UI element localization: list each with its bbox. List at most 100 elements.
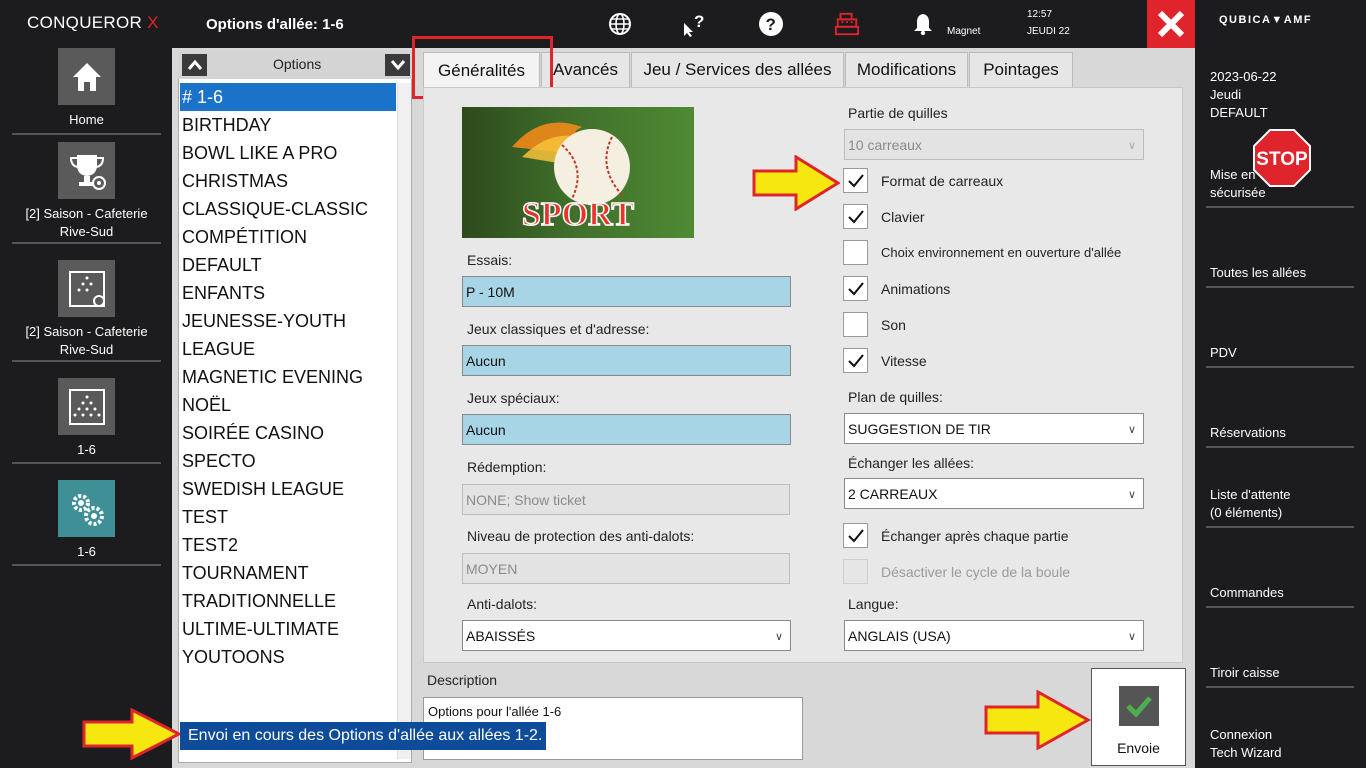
format-checkbox[interactable] [843, 168, 868, 193]
close-icon [1157, 10, 1185, 38]
speciaux-field[interactable]: Aucun [462, 414, 791, 445]
tab-jeu-services[interactable]: Jeu / Services des allées [631, 52, 844, 88]
check-icon [847, 353, 864, 367]
list-item[interactable]: ULTIME-ULTIMATE [180, 615, 396, 643]
page-title: Options d'allée: 1-6 [206, 16, 344, 33]
tab-pointages[interactable]: Pointages [969, 52, 1073, 88]
list-item[interactable]: TEST [180, 503, 396, 531]
classiques-field[interactable]: Aucun [462, 345, 791, 376]
status-toast: Envoi en cours des Options d'allée aux a… [180, 722, 546, 750]
langue-select[interactable]: ANGLAIS (USA) ∨ [844, 620, 1144, 651]
gears-icon [58, 480, 115, 537]
desactiver-label: Désactiver le cycle de la boule [881, 564, 1071, 580]
clock-time: 12:57 [1027, 9, 1053, 20]
echanger-label: Échanger les allées: [848, 455, 975, 471]
send-button[interactable]: Envoie [1091, 668, 1186, 766]
user-name: Magnet [947, 26, 981, 37]
plan-select[interactable]: SUGGESTION DE TIR ∨ [844, 413, 1144, 444]
options-title: Options [273, 56, 322, 72]
list-item[interactable]: SOIRÉE CASINO [180, 419, 396, 447]
echanger-partie-checkbox[interactable] [843, 523, 868, 548]
list-item[interactable]: SPECTO [180, 447, 396, 475]
langue-label: Langue: [848, 596, 899, 612]
choix-label: Choix environnement en ouverture d'allée [881, 245, 1122, 260]
scroll-up-button[interactable] [182, 54, 207, 76]
left-nav-saison-1[interactable]: [2] Saison - Cafeterie Rive-Sud [12, 142, 161, 244]
trophy-gear-icon [58, 142, 115, 199]
bell-icon[interactable] [910, 11, 936, 37]
format-label: Format de carreaux [881, 173, 1004, 189]
left-nav-options-1-6[interactable]: 1-6 [12, 480, 161, 566]
check-icon [847, 281, 864, 295]
list-item[interactable]: TOURNAMENT [180, 559, 396, 587]
list-item[interactable]: CHRISTMAS [180, 167, 396, 195]
list-item[interactable]: ENFANTS [180, 279, 396, 307]
chevron-down-icon: ∨ [1127, 631, 1136, 643]
antidalots-select[interactable]: ABAISSÉS ∨ [462, 620, 791, 651]
cash-register-icon[interactable] [834, 11, 860, 37]
right-nav-all-lanes[interactable]: Toutes les allées [1206, 264, 1354, 288]
son-label: Son [881, 317, 906, 333]
animations-label: Animations [881, 281, 951, 297]
list-item[interactable]: # 1-6 [180, 83, 396, 111]
list-item[interactable]: LEAGUE [180, 335, 396, 363]
list-item[interactable]: JEUNESSE-YOUTH [180, 307, 396, 335]
chevron-down-icon: ∨ [1127, 140, 1136, 152]
partie-label: Partie de quilles [848, 105, 948, 121]
partie-select: 10 carreaux ∨ [844, 129, 1144, 160]
left-nav-home[interactable]: Home [12, 48, 161, 135]
globe-icon[interactable] [607, 11, 633, 37]
list-item[interactable]: DEFAULT [180, 251, 396, 279]
arrow-pointer-icon [82, 708, 182, 760]
check-icon [847, 209, 864, 223]
tab-avances[interactable]: Avancés [541, 52, 630, 88]
tab-modifications[interactable]: Modifications [845, 52, 968, 88]
plan-label: Plan de quilles: [848, 389, 943, 405]
list-item[interactable]: COMPÉTITION [180, 223, 396, 251]
list-item[interactable]: NOËL [180, 391, 396, 419]
echanger-select[interactable]: 2 CARREAUX ∨ [844, 478, 1144, 509]
animations-checkbox[interactable] [843, 276, 868, 301]
app-brand: CONQUEROR X [27, 13, 159, 32]
chevron-down-icon: ∨ [1127, 424, 1136, 436]
essais-field[interactable]: P - 10M [462, 276, 791, 307]
left-nav-saison-2[interactable]: [2] Saison - Cafeterie Rive-Sud [12, 260, 161, 362]
right-nav-orders[interactable]: Commandes [1206, 584, 1354, 608]
right-nav-pdv[interactable]: PDV [1206, 344, 1354, 368]
list-item[interactable]: BIRTHDAY [180, 111, 396, 139]
scroll-down-button[interactable] [385, 54, 410, 76]
list-item[interactable]: CLASSIQUE-CLASSIC [180, 195, 396, 223]
list-item[interactable]: BOWL LIKE A PRO [180, 139, 396, 167]
son-checkbox[interactable] [843, 312, 868, 337]
redemption-field: NONE; Show ticket [462, 484, 790, 515]
vitesse-checkbox[interactable] [843, 348, 868, 373]
close-button[interactable] [1147, 0, 1195, 48]
home-icon [58, 48, 115, 105]
list-item[interactable]: YOUTOONS [180, 643, 396, 671]
list-item[interactable]: MAGNETIC EVENING [180, 363, 396, 391]
help-icon[interactable]: ? [758, 11, 784, 37]
right-nav-tech-wizard[interactable]: Connexion Tech Wizard [1206, 726, 1354, 768]
right-nav-waitlist[interactable]: Liste d'attente (0 éléments) [1206, 486, 1354, 528]
list-item[interactable]: TRADITIONNELLE [180, 587, 396, 615]
classiques-label: Jeux classiques et d'adresse: [467, 321, 650, 337]
antidalots-label: Anti-dalots: [467, 596, 538, 612]
right-nav-reservations[interactable]: Réservations [1206, 424, 1354, 448]
list-item[interactable]: TEST2 [180, 531, 396, 559]
list-item[interactable]: SWEDISH LEAGUE [180, 475, 396, 503]
chevron-down-icon [390, 60, 405, 71]
right-nav-cash-drawer[interactable]: Tiroir caisse [1206, 664, 1354, 688]
svg-text:STOP: STOP [1256, 149, 1308, 170]
speciaux-label: Jeux spéciaux: [467, 390, 560, 406]
qubica-logo: QUBICA▼AMF [1219, 14, 1313, 26]
pointer-help-icon[interactable]: ? [681, 11, 707, 37]
status-info: 2023-06-22 Jeudi DEFAULT [1210, 69, 1277, 120]
options-scrollbar[interactable] [397, 83, 411, 759]
clavier-checkbox[interactable] [843, 204, 868, 229]
left-nav-lanes-1-6[interactable]: 1-6 [12, 378, 161, 464]
desactiver-checkbox [843, 559, 868, 584]
redemption-label: Rédemption: [467, 459, 547, 475]
echanger-partie-label: Échanger après chaque partie [881, 528, 1069, 544]
choix-checkbox[interactable] [843, 240, 868, 265]
stop-sign-icon[interactable]: STOP [1253, 129, 1311, 192]
